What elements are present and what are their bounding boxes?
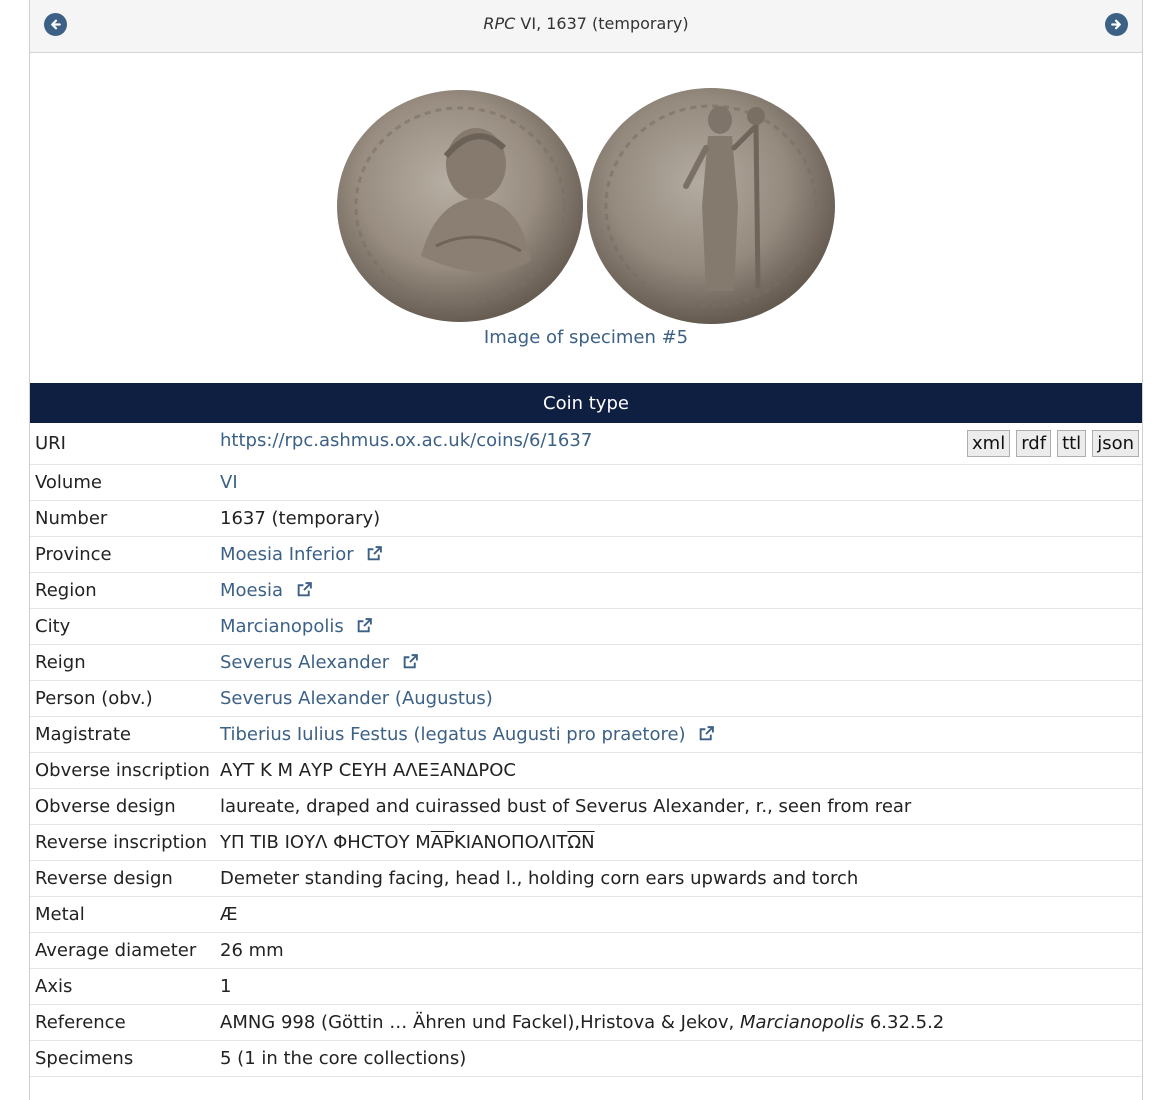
inscription-part: ΚΙΑΝΟΠΟΛΙΤ xyxy=(454,831,568,853)
field-label: Specimens xyxy=(35,1047,134,1069)
coin-type-header: Coin type xyxy=(30,383,1142,423)
field-value: ΥΠ ΤΙΒ ΙΟΥΛ ΦΗϹΤΟΥ ΜΑΡΚΙΑΝΟΠΟΛΙΤΩΝ xyxy=(215,824,1142,860)
external-link-icon[interactable] xyxy=(366,545,383,562)
field-label: Obverse inscription xyxy=(35,759,210,781)
uri-link[interactable]: https://rpc.ashmus.ox.ac.uk/coins/6/1637 xyxy=(220,430,592,451)
arrow-right-icon xyxy=(1111,19,1121,30)
field-label: Axis xyxy=(35,975,73,997)
field-label: Reference xyxy=(35,1011,126,1033)
reference-title: Marcianopolis xyxy=(739,1011,865,1033)
field-value: Æ xyxy=(220,903,238,925)
coin-panel: RPC VI, 1637 (temporary) Image of specim… xyxy=(29,0,1143,1100)
field-label: Person (obv.) xyxy=(35,687,153,709)
json-button[interactable]: json xyxy=(1092,429,1139,457)
field-value: 1637 (temporary) xyxy=(220,507,381,529)
field-label: Reign xyxy=(35,651,86,673)
table-row-city: City Marcianopolis xyxy=(30,608,1142,644)
external-link-icon[interactable] xyxy=(296,581,313,598)
field-label: City xyxy=(35,615,71,637)
volume-link[interactable]: VI xyxy=(220,472,238,493)
table-row-region: Region Moesia xyxy=(30,572,1142,608)
field-value: Demeter standing facing, head l., holdin… xyxy=(220,867,859,889)
field-label: URI xyxy=(35,432,66,454)
field-value: 26 mm xyxy=(220,939,284,961)
city-link[interactable]: Marcianopolis xyxy=(220,616,344,637)
reign-link[interactable]: Severus Alexander xyxy=(220,652,389,673)
title-number: VI, 1637 (temporary) xyxy=(515,14,689,33)
table-row-obverse-inscription: Obverse inscription ΑΥΤ Κ Μ ΑΥΡ ϹΕΥΗ ΑΛΕ… xyxy=(30,752,1142,788)
magistrate-link[interactable]: Tiberius Iulius Festus (legatus Augusti … xyxy=(220,724,686,745)
province-link[interactable]: Moesia Inferior xyxy=(220,544,354,565)
xml-button[interactable]: xml xyxy=(967,429,1011,457)
field-value: ΑΥΤ Κ Μ ΑΥΡ ϹΕΥΗ ΑΛΕΞΑΝΔΡΟϹ xyxy=(220,759,516,781)
specimen-image-caption[interactable]: Image of specimen #5 xyxy=(30,327,1142,348)
field-label: Reverse inscription xyxy=(35,831,208,853)
table-row-person: Person (obv.) Severus Alexander (Augustu… xyxy=(30,680,1142,716)
field-value: 1 xyxy=(220,975,232,997)
table-row-axis: Axis 1 xyxy=(30,968,1142,1004)
table-row-metal: Metal Æ xyxy=(30,896,1142,932)
reference-prefix: AMNG 998 (Göttin … Ähren und Fackel),Hri… xyxy=(220,1011,740,1033)
field-label: Region xyxy=(35,579,97,601)
person-link[interactable]: Severus Alexander (Augustus) xyxy=(220,688,493,709)
table-row-reference: Reference AMNG 998 (Göttin … Ähren und F… xyxy=(30,1004,1142,1040)
export-format-buttons: xml rdf ttl json xyxy=(967,429,1139,457)
ttl-button[interactable]: ttl xyxy=(1057,429,1087,457)
field-label: Average diameter xyxy=(35,939,197,961)
field-label: Reverse design xyxy=(35,867,173,889)
field-label: Metal xyxy=(35,903,85,925)
external-link-icon[interactable] xyxy=(402,653,419,670)
external-link-icon[interactable] xyxy=(698,725,715,742)
table-row-reverse-inscription: Reverse inscription ΥΠ ΤΙΒ ΙΟΥΛ ΦΗϹΤΟΥ Μ… xyxy=(30,824,1142,860)
next-coin-button[interactable] xyxy=(1105,13,1128,36)
table-row-specimens: Specimens 5 (1 in the core collections) xyxy=(30,1040,1142,1076)
table-row-magistrate: Magistrate Tiberius Iulius Festus (legat… xyxy=(30,716,1142,752)
external-link-icon[interactable] xyxy=(356,617,373,634)
inscription-ligature: ΑΡ xyxy=(430,831,454,853)
reference-suffix: 6.32.5.2 xyxy=(864,1011,945,1033)
specimen-image-area: Image of specimen #5 xyxy=(30,53,1142,383)
field-label: Magistrate xyxy=(35,723,131,745)
field-value: laureate, draped and cuirassed bust of S… xyxy=(220,795,912,817)
table-row-uri: URI https://rpc.ashmus.ox.ac.uk/coins/6/… xyxy=(30,423,1142,464)
title-series: RPC xyxy=(483,14,516,33)
table-row-reign: Reign Severus Alexander xyxy=(30,644,1142,680)
coin-image[interactable] xyxy=(336,86,836,326)
inscription-part: ΥΠ ΤΙΒ ΙΟΥΛ ΦΗϹΤΟΥ Μ xyxy=(220,831,431,853)
field-value: https://rpc.ashmus.ox.ac.uk/coins/6/1637… xyxy=(215,423,1142,464)
rdf-button[interactable]: rdf xyxy=(1016,429,1052,457)
table-row-number: Number 1637 (temporary) xyxy=(30,500,1142,536)
coin-type-table: URI https://rpc.ashmus.ox.ac.uk/coins/6/… xyxy=(30,423,1142,1077)
inscription-ligature: ΩΝ xyxy=(567,831,595,853)
table-row-obverse-design: Obverse design laureate, draped and cuir… xyxy=(30,788,1142,824)
top-navigation-bar: RPC VI, 1637 (temporary) xyxy=(30,0,1142,53)
table-row-province: Province Moesia Inferior xyxy=(30,536,1142,572)
region-link[interactable]: Moesia xyxy=(220,580,283,601)
field-value: AMNG 998 (Göttin … Ähren und Fackel),Hri… xyxy=(215,1004,1142,1040)
field-label: Number xyxy=(35,507,108,529)
table-row-diameter: Average diameter 26 mm xyxy=(30,932,1142,968)
field-value: 5 (1 in the core collections) xyxy=(220,1047,467,1069)
field-label: Volume xyxy=(35,471,102,493)
page-title: RPC VI, 1637 (temporary) xyxy=(30,14,1142,33)
field-label: Obverse design xyxy=(35,795,176,817)
table-row-volume: Volume VI xyxy=(30,464,1142,500)
field-label: Province xyxy=(35,543,112,565)
table-row-reverse-design: Reverse design Demeter standing facing, … xyxy=(30,860,1142,896)
